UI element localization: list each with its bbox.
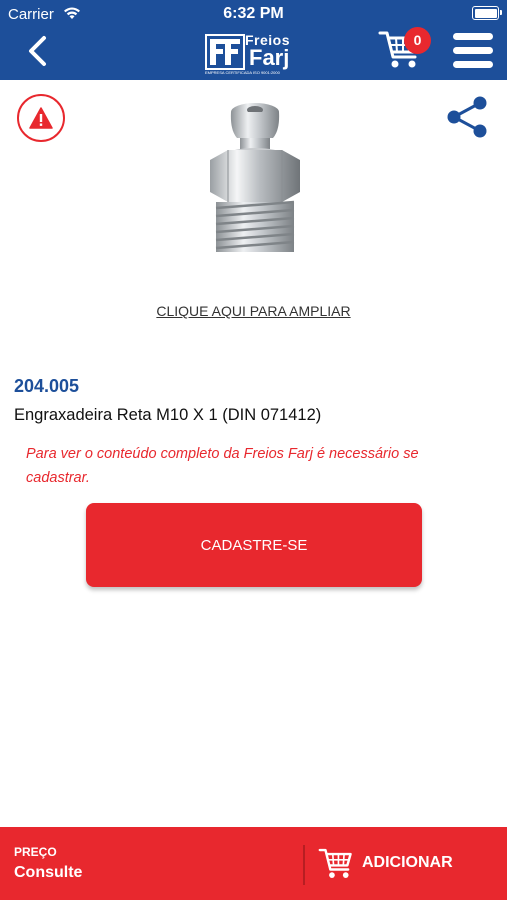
- grease-fitting-image: [210, 103, 300, 252]
- status-time: 6:32 PM: [223, 5, 284, 22]
- cart-count-badge: 0: [404, 27, 431, 54]
- top-navigation-bar: Carrier 6:32 PM Freios Farj EMPRESA CERT…: [0, 0, 507, 80]
- add-to-cart-label: ADICIONAR: [362, 854, 453, 871]
- add-to-cart-button[interactable]: ADICIONAR: [318, 837, 498, 889]
- product-detail-screen: Carrier 6:32 PM Freios Farj EMPRESA CERT…: [0, 0, 507, 900]
- logo-tagline: EMPRESA CERTIFICADA ISO 9001:2000: [205, 70, 280, 75]
- zoom-image-link-text[interactable]: CLIQUE AQUI PARA AMPLIAR: [156, 303, 350, 319]
- back-button[interactable]: [20, 32, 54, 70]
- report-alert-button[interactable]: [17, 94, 65, 142]
- warning-icon: [29, 107, 53, 129]
- back-chevron-icon: [29, 36, 46, 66]
- status-bar: Carrier 6:32 PM: [0, 0, 507, 28]
- add-cart-icon: [318, 848, 352, 878]
- share-icon: [447, 96, 487, 138]
- bottom-divider: [303, 845, 305, 885]
- register-required-message: Para ver o conteúdo completo da Freios F…: [26, 446, 419, 486]
- product-image[interactable]: [190, 98, 320, 258]
- freios-farj-logo: Freios Farj EMPRESA CERTIFICADA ISO 9001…: [205, 32, 305, 76]
- logo-mark-icon: [205, 34, 245, 70]
- battery-icon: [472, 6, 502, 20]
- share-button[interactable]: [444, 94, 490, 140]
- product-name: Engraxadeira Reta M10 X 1 (DIN 071412): [14, 406, 322, 424]
- zoom-image-link[interactable]: CLIQUE AQUI PARA AMPLIAR: [0, 303, 507, 319]
- bottom-action-bar: PREÇO Consulte ADICIONAR: [0, 827, 507, 900]
- price-label: PREÇO: [14, 845, 57, 859]
- logo-text-farj: Farj: [249, 45, 290, 70]
- menu-button[interactable]: [453, 33, 493, 69]
- register-button[interactable]: CADASTRE-SE: [86, 503, 422, 587]
- product-code: 204.005: [14, 376, 80, 396]
- price-value: Consulte: [14, 864, 83, 881]
